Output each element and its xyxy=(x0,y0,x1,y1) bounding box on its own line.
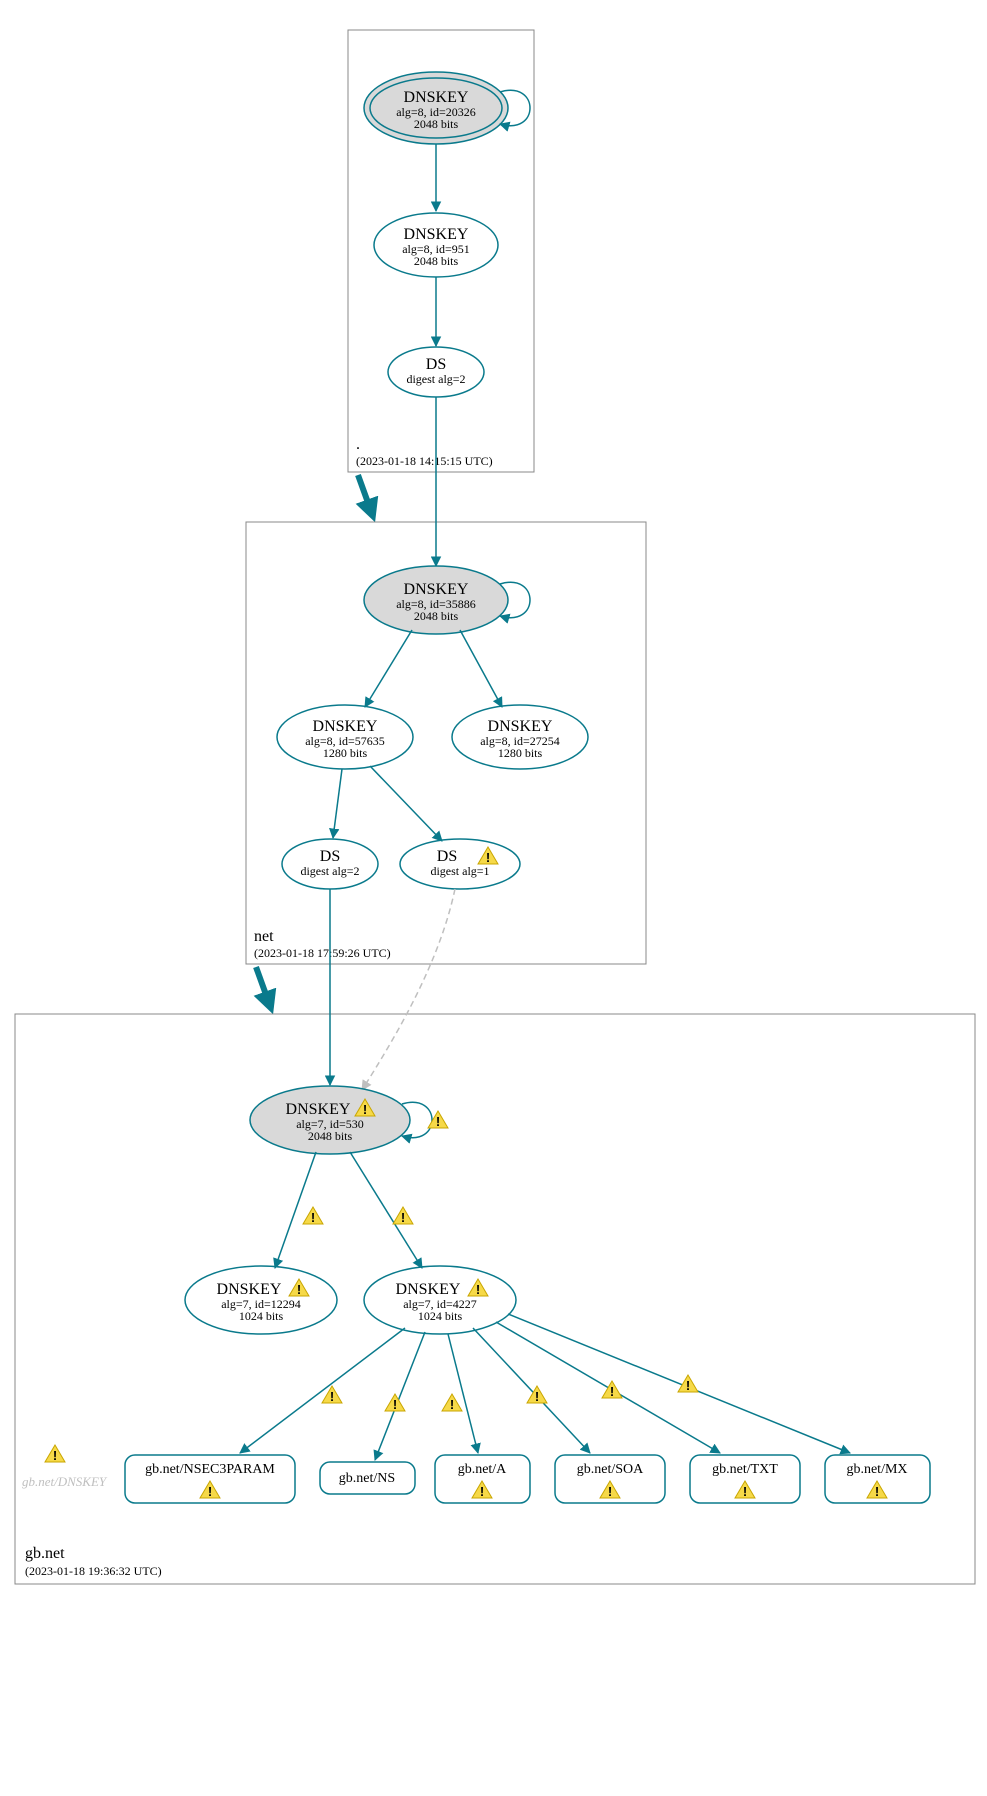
svg-text:1280 bits: 1280 bits xyxy=(498,746,543,760)
svg-text:gb.net/MX: gb.net/MX xyxy=(846,1462,907,1477)
svg-text:DNSKEY: DNSKEY xyxy=(286,1101,351,1118)
node-root-zsk: DNSKEY alg=8, id=951 2048 bits xyxy=(374,213,498,277)
svg-text:gb.net/DNSKEY: gb.net/DNSKEY xyxy=(22,1474,108,1489)
svg-text:DNSKEY: DNSKEY xyxy=(404,89,469,106)
dnssec-diagram: ! . (2023-01-18 14:15:15 UTC) DNSKEY alg… xyxy=(0,0,987,1796)
edge-zsk2-nsec3param xyxy=(240,1328,405,1453)
node-gb-ksk: DNSKEY alg=7, id=530 2048 bits xyxy=(250,1086,410,1154)
node-rec-mx: gb.net/MX xyxy=(825,1455,930,1503)
zone-timestamp-gbnet: (2023-01-18 19:36:32 UTC) xyxy=(25,1564,162,1578)
svg-text:2048 bits: 2048 bits xyxy=(308,1129,353,1143)
node-net-zsk2: DNSKEY alg=8, id=27254 1280 bits xyxy=(452,705,588,769)
node-rec-txt: gb.net/TXT xyxy=(690,1455,800,1503)
edge-zsk2-mx xyxy=(508,1314,850,1453)
warning-icon xyxy=(385,1394,405,1412)
edge-net-zsk1-ds1 xyxy=(333,769,342,838)
node-gb-dnskey-gray: gb.net/DNSKEY xyxy=(22,1445,108,1489)
warning-icon xyxy=(602,1381,622,1399)
svg-text:DNSKEY: DNSKEY xyxy=(404,226,469,243)
node-net-ksk: DNSKEY alg=8, id=35886 2048 bits xyxy=(364,566,508,634)
node-root-ksk: DNSKEY alg=8, id=20326 2048 bits xyxy=(364,72,508,144)
node-net-zsk1: DNSKEY alg=8, id=57635 1280 bits xyxy=(277,705,413,769)
svg-text:1024 bits: 1024 bits xyxy=(418,1309,463,1323)
zone-label-gbnet: gb.net xyxy=(25,1545,65,1562)
edge-zsk2-ns xyxy=(375,1332,425,1460)
node-rec-soa: gb.net/SOA xyxy=(555,1455,665,1503)
svg-text:1280 bits: 1280 bits xyxy=(323,746,368,760)
svg-text:DS: DS xyxy=(426,356,446,373)
svg-text:digest alg=2: digest alg=2 xyxy=(300,864,359,878)
warning-icon xyxy=(45,1445,65,1463)
svg-text:1024 bits: 1024 bits xyxy=(239,1309,284,1323)
svg-text:gb.net/NS: gb.net/NS xyxy=(339,1471,395,1486)
zone-timestamp-net: (2023-01-18 17:59:26 UTC) xyxy=(254,946,391,960)
zone-label-net: net xyxy=(254,928,274,945)
svg-text:2048 bits: 2048 bits xyxy=(414,254,459,268)
svg-text:DNSKEY: DNSKEY xyxy=(488,718,553,735)
svg-text:gb.net/A: gb.net/A xyxy=(458,1462,507,1477)
svg-text:gb.net/TXT: gb.net/TXT xyxy=(712,1462,778,1477)
node-gb-zsk1: DNSKEY alg=7, id=12294 1024 bits xyxy=(185,1266,337,1334)
svg-text:DS: DS xyxy=(437,848,457,865)
node-gb-zsk2: DNSKEY alg=7, id=4227 1024 bits xyxy=(364,1266,516,1334)
svg-text:DNSKEY: DNSKEY xyxy=(217,1281,282,1298)
edge-zsk2-a xyxy=(448,1334,478,1453)
edge-net-ksk-zsk1 xyxy=(365,630,412,707)
svg-text:DNSKEY: DNSKEY xyxy=(396,1281,461,1298)
edge-net-ds2-gb-ksk xyxy=(362,889,455,1090)
edge-net-ksk-zsk2 xyxy=(460,630,502,707)
svg-text:DNSKEY: DNSKEY xyxy=(313,718,378,735)
warning-icon xyxy=(303,1207,323,1225)
svg-text:gb.net/SOA: gb.net/SOA xyxy=(577,1462,644,1477)
node-net-ds2: DS digest alg=1 xyxy=(400,839,520,889)
zone-timestamp-root: (2023-01-18 14:15:15 UTC) xyxy=(356,454,493,468)
node-rec-a: gb.net/A xyxy=(435,1455,530,1503)
svg-text:DS: DS xyxy=(320,848,340,865)
edge-zone-root-net xyxy=(358,475,371,511)
svg-text:digest alg=1: digest alg=1 xyxy=(430,864,489,878)
node-net-ds1: DS digest alg=2 xyxy=(282,839,378,889)
svg-text:2048 bits: 2048 bits xyxy=(414,609,459,623)
edge-zone-net-gbnet xyxy=(256,967,269,1003)
zone-label-root: . xyxy=(356,436,360,453)
edge-gb-ksk-zsk2 xyxy=(350,1152,422,1268)
node-rec-nsec3param: gb.net/NSEC3PARAM xyxy=(125,1455,295,1503)
node-root-ds: DS digest alg=2 xyxy=(388,347,484,397)
node-rec-ns: gb.net/NS xyxy=(320,1462,415,1494)
warning-icon xyxy=(393,1207,413,1225)
svg-text:digest alg=2: digest alg=2 xyxy=(406,372,465,386)
svg-text:gb.net/NSEC3PARAM: gb.net/NSEC3PARAM xyxy=(145,1462,275,1477)
svg-text:DNSKEY: DNSKEY xyxy=(404,581,469,598)
warning-icon xyxy=(442,1394,462,1412)
edge-zsk2-soa xyxy=(473,1328,590,1453)
edge-net-zsk1-ds2 xyxy=(370,766,442,841)
svg-text:2048 bits: 2048 bits xyxy=(414,117,459,131)
